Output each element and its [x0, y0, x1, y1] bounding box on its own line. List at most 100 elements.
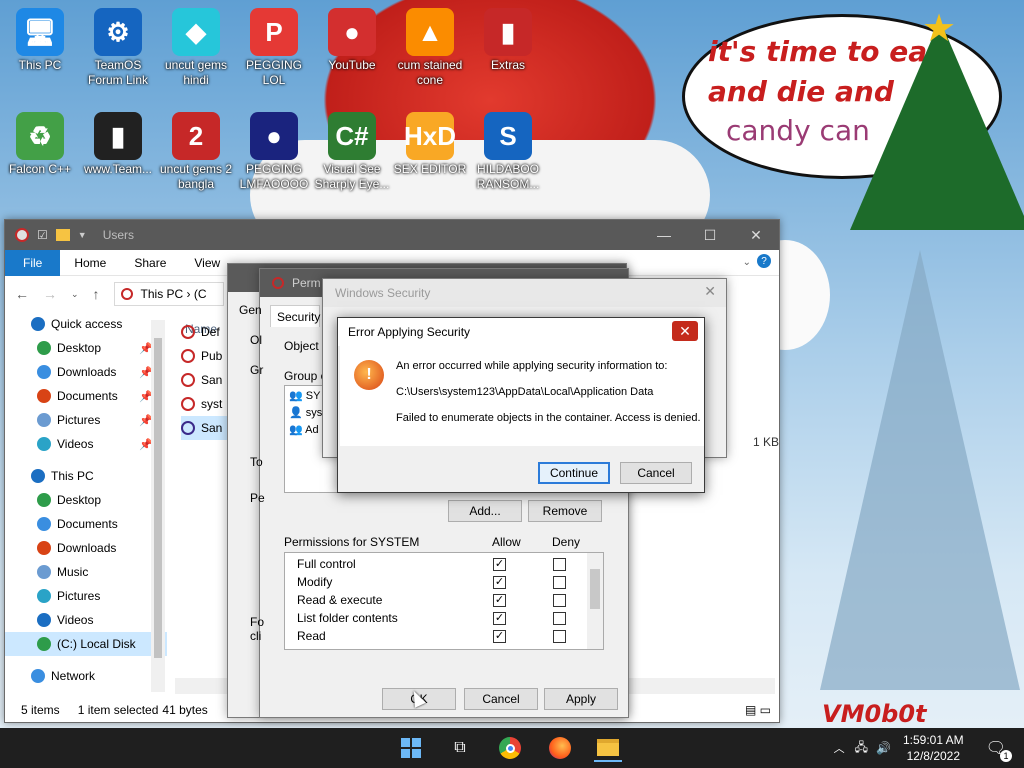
nav-item[interactable]: (C:) Local Disk [5, 632, 167, 656]
allow-checkbox[interactable]: ✓ [493, 593, 506, 607]
notification-center-icon[interactable]: 🗨 1 [986, 738, 1012, 762]
allow-checkbox[interactable]: ✓ [493, 575, 506, 589]
file-row[interactable]: syst [181, 392, 233, 416]
nav-item[interactable]: Quick access [5, 312, 167, 336]
tab-file[interactable]: File [5, 249, 61, 276]
volume-icon[interactable]: 🔊 [876, 741, 891, 755]
nav-item[interactable]: This PC [5, 464, 167, 488]
permissions-list[interactable]: Full control ✓ Modify ✓ Read & execute ✓ List … [284, 552, 604, 650]
nav-item[interactable]: Videos 📌 [5, 432, 167, 456]
properties-quick-icon[interactable]: ☑ [37, 228, 48, 242]
nav-item[interactable]: Music [5, 560, 167, 584]
desktop-icon-label: SEX EDITOR [393, 162, 467, 176]
desktop-icon[interactable]: ▲ cum stained cone [392, 8, 468, 88]
file-row[interactable]: Def [181, 320, 233, 344]
deny-checkbox[interactable] [553, 575, 566, 589]
continue-button[interactable]: Continue [538, 462, 610, 484]
recent-dropdown-icon[interactable]: ⌄ [71, 289, 79, 300]
ribbon-expand-icon[interactable]: ⌄ [743, 257, 751, 268]
task-view-icon[interactable]: ⧉ [446, 734, 474, 762]
maximize-button[interactable]: ☐ [687, 220, 733, 250]
nav-item[interactable]: Desktop [5, 488, 167, 512]
desktop-icon[interactable]: 2 uncut gems 2 bangla [158, 112, 234, 192]
desktop-icon[interactable]: ⚙ TeamOS Forum Link [80, 8, 156, 88]
system-tray: ︿ 🖧 🔊 1:59:01 AM 12/8/2022 🗨 1 [834, 728, 1024, 768]
start-button[interactable] [397, 734, 425, 762]
deny-checkbox[interactable] [553, 593, 566, 607]
windows-security-titlebar[interactable]: Windows Security ✕ [323, 279, 726, 307]
user-folder-icon [181, 325, 195, 339]
nav-item-icon [31, 669, 45, 683]
cancel-button[interactable]: Cancel [464, 688, 538, 710]
error-titlebar[interactable]: Error Applying Security ✕ [338, 318, 704, 346]
status-size: 41 bytes [162, 703, 208, 717]
nav-scrollbar[interactable] [151, 320, 165, 692]
minimize-button[interactable]: — [641, 220, 687, 250]
explorer-titlebar[interactable]: ☑ ▼ Users — ☐ ✕ [5, 220, 779, 250]
nav-item[interactable]: Desktop 📌 [5, 336, 167, 360]
back-arrow-icon[interactable]: ← [15, 286, 29, 302]
tray-overflow-icon[interactable]: ︿ [834, 740, 845, 756]
file-row[interactable]: Pub [181, 344, 233, 368]
allow-checkbox[interactable]: ✓ [493, 611, 506, 625]
status-item-count: 5 items [21, 703, 60, 717]
clock[interactable]: 1:59:01 AM 12/8/2022 [903, 732, 964, 764]
desktop-icon[interactable]: HxD SEX EDITOR [392, 112, 468, 177]
nav-item[interactable]: Downloads 📌 [5, 360, 167, 384]
remove-button[interactable]: Remove [528, 500, 602, 522]
nav-item[interactable]: Videos [5, 608, 167, 632]
wallpaper-star-icon: ★ [922, 8, 957, 50]
book-icon: ▮ [94, 112, 142, 160]
error-close-button[interactable]: ✕ [672, 321, 698, 341]
csharp-icon: C# [328, 112, 376, 160]
deny-checkbox[interactable] [553, 557, 566, 571]
error-dialog[interactable]: Error Applying Security ✕ ! An error occ… [337, 317, 705, 493]
deny-checkbox[interactable] [553, 611, 566, 625]
nav-item[interactable]: Downloads [5, 536, 167, 560]
desktop-icon[interactable]: ◆ uncut gems hindi [158, 8, 234, 88]
deny-checkbox[interactable] [553, 629, 566, 643]
allow-checkbox[interactable]: ✓ [493, 629, 506, 643]
file-size-cell: 1 KB [753, 435, 780, 449]
desktop-icon[interactable]: ● PEGGING LMFAOOOO [236, 112, 312, 192]
tab-share[interactable]: Share [120, 256, 180, 270]
up-arrow-icon[interactable]: ↑ [93, 286, 100, 302]
folder-quick-icon[interactable] [55, 229, 70, 241]
desktop-icon[interactable]: C# Visual See Sharply Eye... [314, 112, 390, 192]
network-icon[interactable]: 🖧 [855, 738, 868, 759]
apply-button[interactable]: Apply [544, 688, 618, 710]
desktop-icon[interactable]: P PEGGING LOL [236, 8, 312, 88]
desktop-icon[interactable]: ▮ Extras [470, 8, 546, 73]
file-row[interactable]: San [181, 416, 233, 440]
nav-item[interactable]: Documents 📌 [5, 384, 167, 408]
nav-item-icon [37, 613, 51, 627]
nav-item[interactable]: Documents [5, 512, 167, 536]
close-button[interactable]: ✕ [733, 220, 779, 250]
address-bar[interactable]: This PC › (C [113, 282, 224, 306]
desktop-icon[interactable]: 🖥 This PC [2, 8, 78, 73]
tab-home[interactable]: Home [60, 256, 120, 270]
desktop-icon[interactable]: ● YouTube [314, 8, 390, 73]
forward-arrow-icon[interactable]: → [43, 286, 57, 302]
file-row[interactable]: San [181, 368, 233, 392]
add-button[interactable]: Add... [448, 500, 522, 522]
tab-security[interactable]: Security [270, 305, 320, 327]
nav-item-icon [31, 469, 45, 483]
desktop-icon[interactable]: ♻ Falcon C++ [2, 112, 78, 177]
nav-item[interactable]: Pictures 📌 [5, 408, 167, 432]
nav-item[interactable]: Pictures [5, 584, 167, 608]
nav-item-icon [37, 389, 51, 403]
desktop-icon[interactable]: ▮ www.Team... [80, 112, 156, 177]
allow-checkbox[interactable]: ✓ [493, 557, 506, 571]
chrome-icon[interactable] [496, 734, 524, 762]
firefox-icon[interactable] [546, 734, 574, 762]
nav-item[interactable]: Network [5, 664, 167, 688]
windows-security-close-icon[interactable]: ✕ [704, 283, 716, 300]
desktop-icon[interactable]: S HILDABOO RANSOM... [470, 112, 546, 192]
file-explorer-taskbar-icon[interactable] [594, 734, 622, 762]
view-toggle-icon[interactable]: ▤ ▭ [745, 703, 771, 717]
tab-general[interactable]: Gen [239, 303, 269, 317]
quick-access-dropdown-icon[interactable]: ▼ [78, 230, 87, 240]
error-cancel-button[interactable]: Cancel [620, 462, 692, 484]
help-icon[interactable]: ? [757, 254, 771, 268]
